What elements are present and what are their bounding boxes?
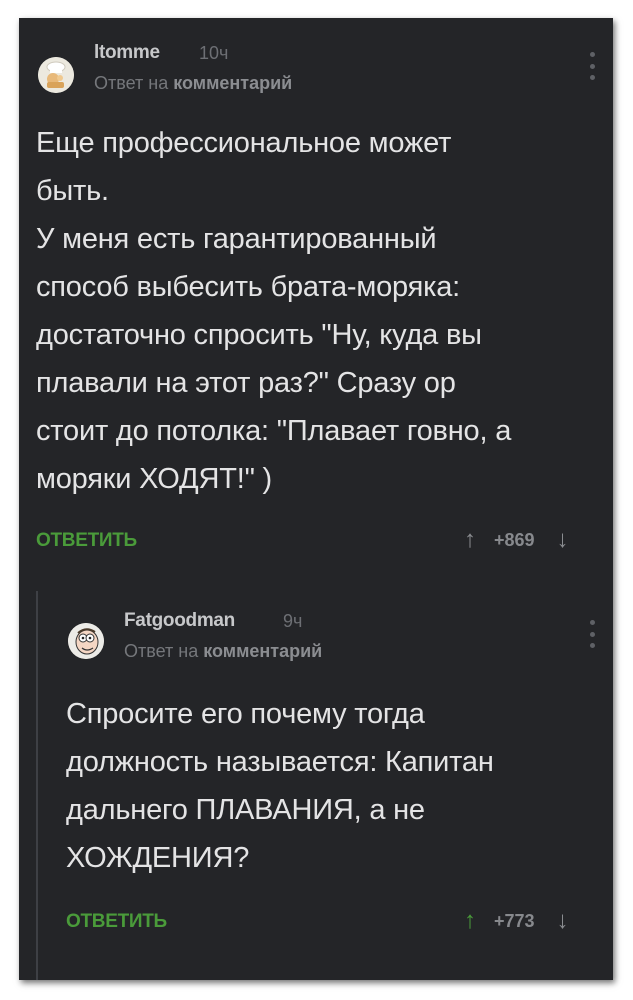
text-line: достаточно спросить "Ну, куда вы (36, 319, 482, 351)
reply-to-label[interactable]: Ответ на комментарий (124, 641, 322, 662)
upvote-icon[interactable]: ↑ (460, 528, 480, 552)
vote-controls: ↑ +773 ↓ (460, 909, 573, 933)
score: +869 (494, 529, 535, 550)
timestamp: 9ч (283, 611, 303, 631)
reply-prefix: Ответ на (94, 73, 169, 93)
reply-button[interactable]: ОТВЕТИТЬ (66, 911, 167, 933)
username[interactable]: ltomme (94, 42, 160, 64)
upvote-icon[interactable]: ↑ (460, 909, 480, 933)
text-line: дальнего ПЛАВАНИЯ, а не (66, 794, 425, 826)
text-line: должность называется: Капитан (66, 746, 494, 778)
comment-text: Еще профессиональное может быть. У меня … (36, 119, 511, 503)
username[interactable]: Fatgoodman (124, 610, 235, 632)
comment-text: Спросите его почему тогда должность назы… (66, 690, 494, 882)
reply-button[interactable]: ОТВЕТИТЬ (36, 530, 137, 552)
downvote-icon[interactable]: ↓ (553, 909, 573, 933)
text-line: ХОЖДЕНИЯ? (66, 842, 250, 874)
reply-to-label[interactable]: Ответ на комментарий (94, 73, 292, 94)
text-line: плавали на этот раз?" Сразу ор (36, 367, 456, 399)
vote-controls: ↑ +869 ↓ (460, 528, 573, 552)
reply-prefix: Ответ на (124, 641, 199, 661)
reply-target-link[interactable]: комментарий (173, 73, 292, 93)
comment-2: Fatgoodman 9ч Ответ на комментарий Спрос… (19, 588, 613, 980)
reply-target-link[interactable]: комментарий (203, 641, 322, 661)
chef-avatar-icon[interactable] (38, 57, 74, 93)
more-menu-icon[interactable] (589, 620, 595, 648)
downvote-icon[interactable]: ↓ (553, 528, 573, 552)
text-line: быть. (36, 175, 109, 207)
score: +773 (494, 910, 535, 931)
text-line: Еще профессиональное может (36, 127, 452, 159)
text-line: моряки ХОДЯТ!" ) (36, 463, 272, 495)
text-line: У меня есть гарантированный (36, 223, 437, 255)
more-menu-icon[interactable] (589, 52, 595, 80)
text-line: стоит до потолка: "Плавает говно, а (36, 415, 512, 447)
text-line: Спросите его почему тогда (66, 698, 425, 730)
comment-thread: ltomme 10ч Ответ на комментарий Еще проф… (19, 18, 613, 980)
peter-griffin-avatar-icon[interactable] (68, 623, 104, 659)
comment-1: ltomme 10ч Ответ на комментарий Еще проф… (19, 18, 613, 588)
timestamp: 10ч (199, 43, 229, 63)
text-line: способ выбесить брата-моряка: (36, 271, 461, 303)
